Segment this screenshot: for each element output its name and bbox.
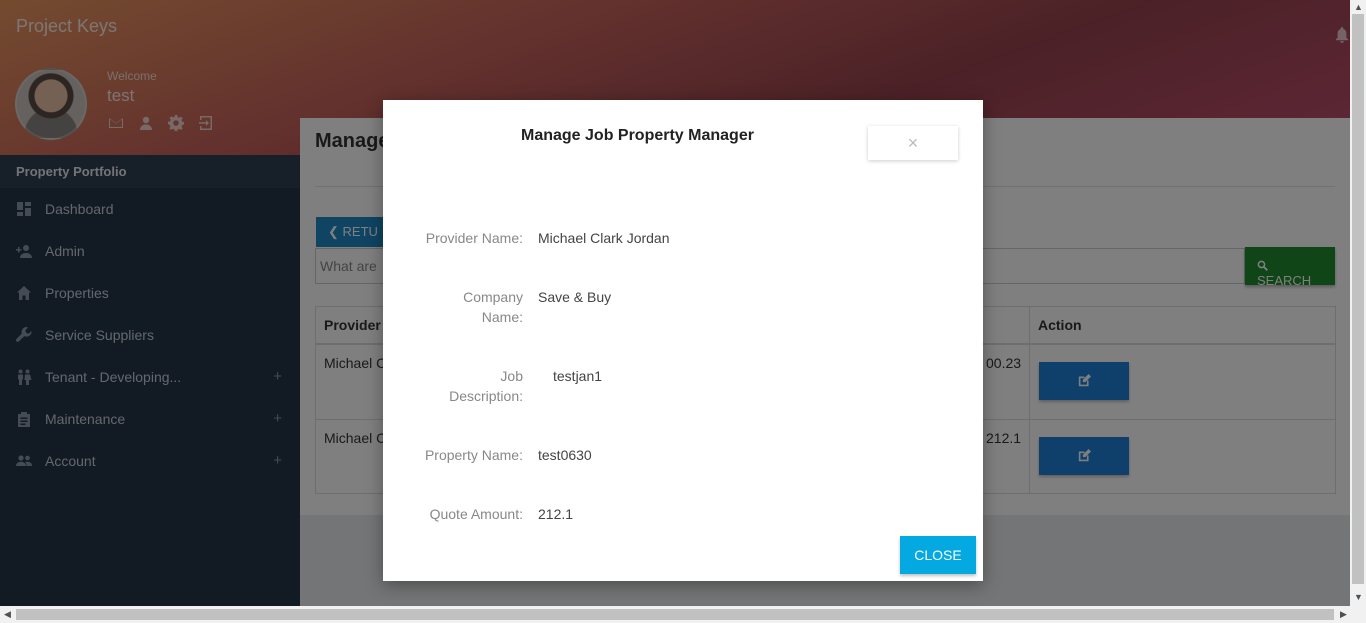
close-icon[interactable]: × — [868, 126, 958, 160]
property-name-value: test0630 — [538, 447, 592, 463]
page: Project Keys Welcome test Property Portf… — [0, 0, 1366, 623]
quote-amount-label: Quote Amount: — [429, 506, 523, 522]
modal-title: Manage Job Property Manager — [521, 127, 754, 144]
vertical-scrollbar[interactable]: ▲ ▼ — [1350, 0, 1366, 606]
quote-amount-value: 212.1 — [538, 506, 574, 522]
company-name-value: Save & Buy — [538, 289, 612, 305]
horizontal-scrollbar[interactable]: ◀ ▶ — [0, 606, 1366, 623]
scrollbar-thumb[interactable] — [16, 609, 1334, 620]
provider-name-value: Michael Clark Jordan — [538, 230, 670, 246]
job-description-value: testjan1 — [553, 368, 603, 384]
property-name-label: Property Name: — [424, 447, 523, 463]
scroll-down-icon[interactable]: ▼ — [1354, 592, 1363, 602]
job-description-label: Job Description: — [449, 368, 523, 404]
scrollbar-thumb[interactable] — [1352, 14, 1364, 584]
company-name-label: Company Name: — [463, 289, 523, 325]
provider-name-label: Provider Name: — [425, 230, 523, 246]
scroll-right-icon[interactable]: ▶ — [1340, 609, 1347, 620]
close-button[interactable]: CLOSE — [900, 536, 976, 574]
job-details-modal: Manage Job Property Manager × Provider N… — [383, 100, 983, 581]
scroll-left-icon[interactable]: ◀ — [4, 609, 11, 620]
scroll-up-icon[interactable]: ▲ — [1354, 2, 1363, 12]
